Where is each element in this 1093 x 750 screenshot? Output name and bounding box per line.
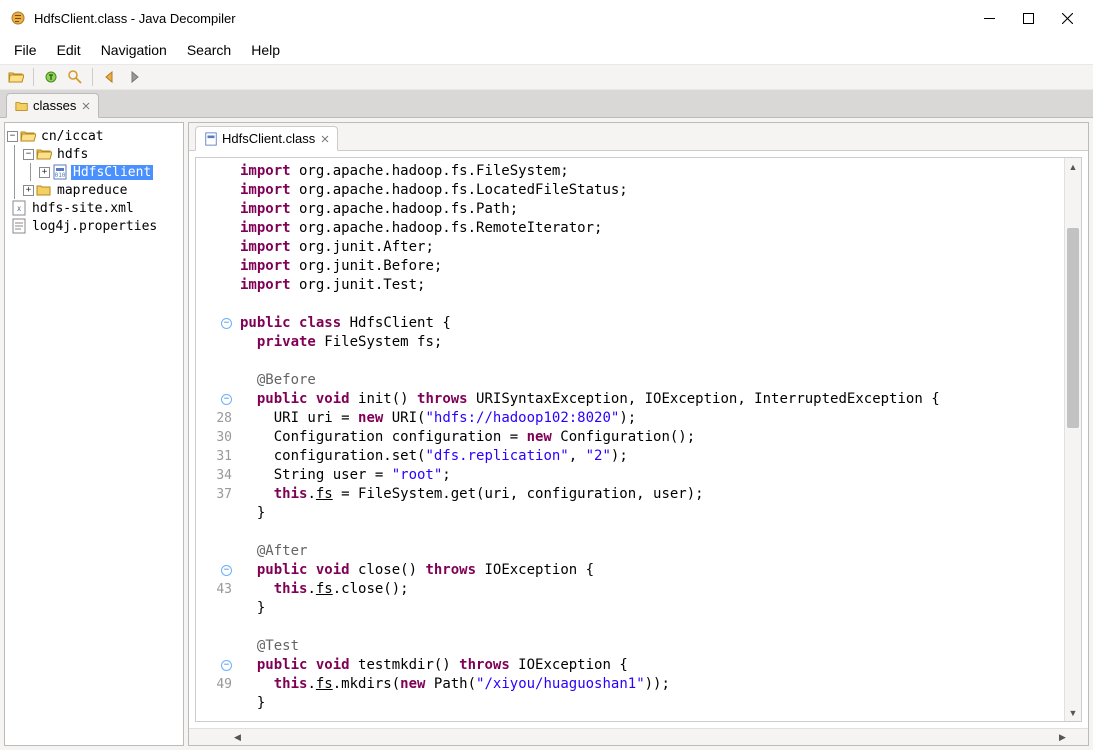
collapse-icon[interactable]: − bbox=[23, 149, 34, 160]
editor-tab-label: HdfsClient.class bbox=[222, 131, 315, 146]
expand-icon[interactable]: + bbox=[39, 167, 50, 178]
svg-text:X: X bbox=[17, 206, 21, 213]
xml-file-icon: X bbox=[11, 200, 27, 216]
code-area[interactable]: import org.apache.hadoop.fs.FileSystem; … bbox=[236, 158, 1064, 721]
content-area: − cn/iccat − hdfs + 010 HdfsClient + map bbox=[0, 118, 1093, 750]
vertical-scrollbar[interactable]: ▲ ▼ bbox=[1064, 158, 1081, 721]
toolbar-separator bbox=[92, 68, 93, 86]
tree-node-mapreduce[interactable]: + mapreduce bbox=[7, 181, 181, 199]
menu-search[interactable]: Search bbox=[179, 38, 239, 62]
project-tab-classes[interactable]: classes bbox=[6, 93, 99, 118]
line-number: 30 bbox=[216, 430, 232, 445]
window-title: HdfsClient.class - Java Decompiler bbox=[34, 11, 984, 26]
scroll-down-icon[interactable]: ▼ bbox=[1065, 704, 1081, 721]
menu-help[interactable]: Help bbox=[243, 38, 288, 62]
tree-label: mapreduce bbox=[55, 183, 129, 198]
folder-open-icon bbox=[36, 146, 52, 162]
menu-bar: File Edit Navigation Search Help bbox=[0, 36, 1093, 64]
folder-open-icon bbox=[20, 128, 36, 144]
title-bar: HdfsClient.class - Java Decompiler bbox=[0, 0, 1093, 36]
tree-label: hdfs bbox=[55, 147, 90, 162]
line-number: 37 bbox=[216, 487, 232, 502]
scroll-up-icon[interactable]: ▲ bbox=[1065, 158, 1081, 175]
close-tab-icon[interactable] bbox=[82, 102, 90, 110]
scroll-thumb[interactable] bbox=[1067, 228, 1079, 428]
project-tab-bar: classes bbox=[0, 90, 1093, 118]
close-tab-icon[interactable] bbox=[321, 135, 329, 143]
line-number: 43 bbox=[216, 582, 232, 597]
scroll-left-icon[interactable]: ◀ bbox=[229, 732, 246, 743]
close-button[interactable] bbox=[1062, 13, 1073, 24]
editor-panel: HdfsClient.class − − 28 30 bbox=[188, 122, 1089, 746]
minimize-button[interactable] bbox=[984, 13, 995, 24]
tree-node-site-xml[interactable]: X hdfs-site.xml bbox=[7, 199, 181, 217]
tree-label: log4j.properties bbox=[30, 219, 159, 234]
project-tab-label: classes bbox=[33, 98, 76, 113]
fold-minus-icon[interactable]: − bbox=[221, 565, 232, 576]
tree-node-log4j[interactable]: log4j.properties bbox=[7, 217, 181, 235]
line-number: 31 bbox=[216, 449, 232, 464]
line-number: 49 bbox=[216, 677, 232, 692]
tree: − cn/iccat − hdfs + 010 HdfsClient + map bbox=[5, 123, 183, 239]
gutter: − − 28 30 31 34 37 − 43 − 49 bbox=[196, 158, 236, 721]
fold-minus-icon[interactable]: − bbox=[221, 394, 232, 405]
line-number: 34 bbox=[216, 468, 232, 483]
open-file-icon[interactable] bbox=[6, 67, 26, 87]
package-explorer[interactable]: − cn/iccat − hdfs + 010 HdfsClient + map bbox=[4, 122, 184, 746]
fold-minus-icon[interactable]: − bbox=[221, 660, 232, 671]
menu-file[interactable]: File bbox=[6, 38, 45, 62]
fold-minus-icon[interactable]: − bbox=[221, 318, 232, 329]
scroll-right-icon[interactable]: ▶ bbox=[1054, 732, 1071, 743]
tree-node-hdfs[interactable]: − hdfs bbox=[7, 145, 181, 163]
menu-navigation[interactable]: Navigation bbox=[93, 38, 175, 62]
class-file-icon: 010 bbox=[52, 164, 68, 180]
class-file-icon bbox=[204, 132, 218, 146]
toolbar-separator bbox=[33, 68, 34, 86]
tree-label: HdfsClient bbox=[71, 165, 153, 180]
forward-icon[interactable] bbox=[124, 67, 144, 87]
tree-label: hdfs-site.xml bbox=[30, 201, 136, 216]
open-type-icon[interactable] bbox=[41, 67, 61, 87]
editor-viewport: − − 28 30 31 34 37 − 43 − 49 bbox=[195, 157, 1082, 722]
tree-node-hdfsclient[interactable]: + 010 HdfsClient bbox=[7, 163, 181, 181]
properties-file-icon bbox=[11, 218, 27, 234]
app-icon bbox=[10, 10, 26, 26]
line-number: 28 bbox=[216, 411, 232, 426]
folder-icon bbox=[36, 182, 52, 198]
menu-edit[interactable]: Edit bbox=[49, 38, 89, 62]
back-icon[interactable] bbox=[100, 67, 120, 87]
svg-text:010: 010 bbox=[55, 172, 66, 179]
editor-tab-bar: HdfsClient.class bbox=[189, 123, 1088, 151]
tree-node-root[interactable]: − cn/iccat bbox=[7, 127, 181, 145]
tree-label: cn/iccat bbox=[39, 129, 106, 144]
maximize-button[interactable] bbox=[1023, 13, 1034, 24]
folder-icon bbox=[15, 99, 29, 113]
editor-tab-hdfsclient[interactable]: HdfsClient.class bbox=[195, 126, 338, 151]
expand-icon[interactable]: + bbox=[23, 185, 34, 196]
toolbar bbox=[0, 64, 1093, 90]
horizontal-scrollbar[interactable]: ◀ ▶ bbox=[189, 728, 1088, 745]
window-controls bbox=[984, 13, 1073, 24]
search-icon[interactable] bbox=[65, 67, 85, 87]
collapse-icon[interactable]: − bbox=[7, 131, 18, 142]
